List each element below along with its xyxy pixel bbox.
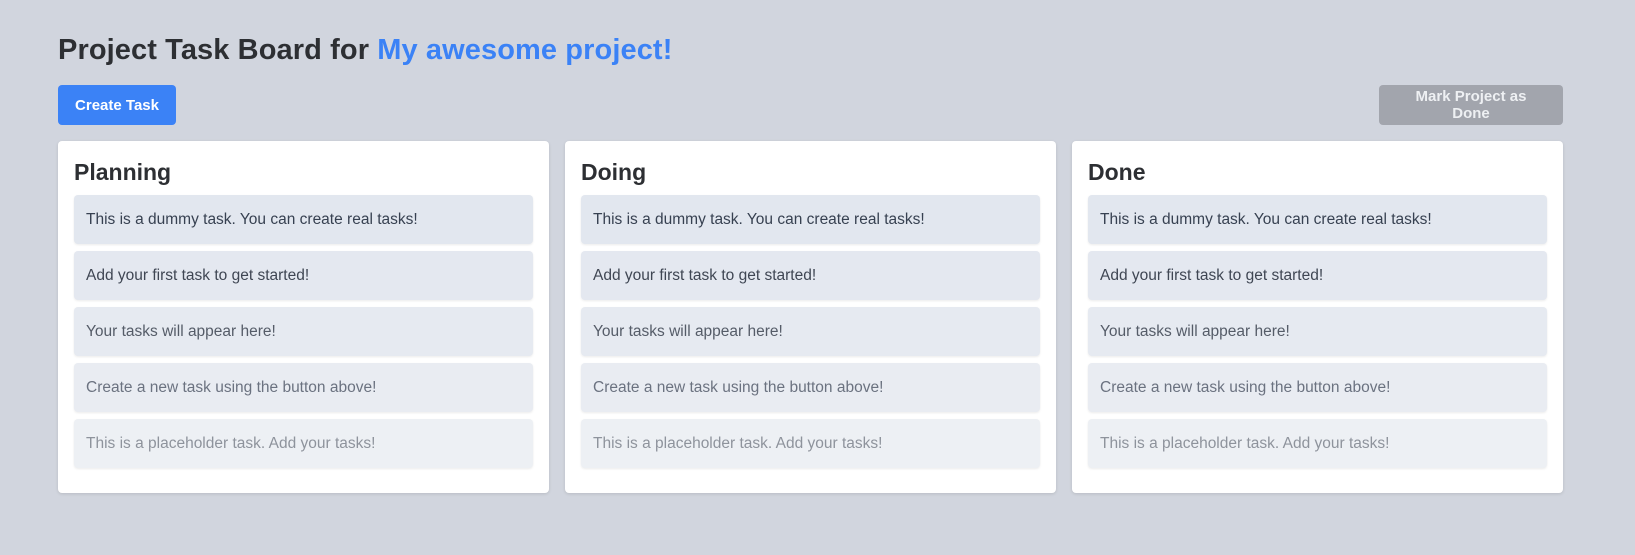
task-card[interactable]: Your tasks will appear here! [1088,307,1547,356]
task-card[interactable]: This is a dummy task. You can create rea… [581,195,1040,244]
task-card[interactable]: This is a placeholder task. Add your tas… [74,419,533,468]
task-card[interactable]: Add your first task to get started! [1088,251,1547,300]
task-list: This is a dummy task. You can create rea… [581,195,1040,468]
task-card[interactable]: This is a placeholder task. Add your tas… [1088,419,1547,468]
task-card[interactable]: Create a new task using the button above… [74,363,533,412]
column-planning: Planning This is a dummy task. You can c… [58,141,549,493]
column-title: Planning [74,159,172,185]
column-doing: Doing This is a dummy task. You can crea… [565,141,1056,493]
mark-project-done-button[interactable]: Mark Project as Done [1379,85,1563,125]
task-card[interactable]: This is a placeholder task. Add your tas… [581,419,1040,468]
task-card[interactable]: Create a new task using the button above… [1088,363,1547,412]
task-card[interactable]: This is a dummy task. You can create rea… [74,195,533,244]
project-name: My awesome project! [377,34,673,66]
column-done: Done This is a dummy task. You can creat… [1072,141,1563,493]
task-card[interactable]: Your tasks will appear here! [74,307,533,356]
page-title-prefix: Project Task Board for [58,34,378,66]
column-title: Doing [581,159,647,185]
task-list: This is a dummy task. You can create rea… [74,195,533,468]
page-title: Project Task Board for My awesome projec… [58,34,672,67]
task-card[interactable]: Your tasks will appear here! [581,307,1040,356]
task-card[interactable]: This is a dummy task. You can create rea… [1088,195,1547,244]
task-card[interactable]: Add your first task to get started! [74,251,533,300]
column-title: Done [1088,159,1146,185]
task-card[interactable]: Add your first task to get started! [581,251,1040,300]
task-list: This is a dummy task. You can create rea… [1088,195,1547,468]
create-task-button[interactable]: Create Task [58,85,176,125]
task-card[interactable]: Create a new task using the button above… [581,363,1040,412]
board-columns: Planning This is a dummy task. You can c… [58,141,1563,493]
